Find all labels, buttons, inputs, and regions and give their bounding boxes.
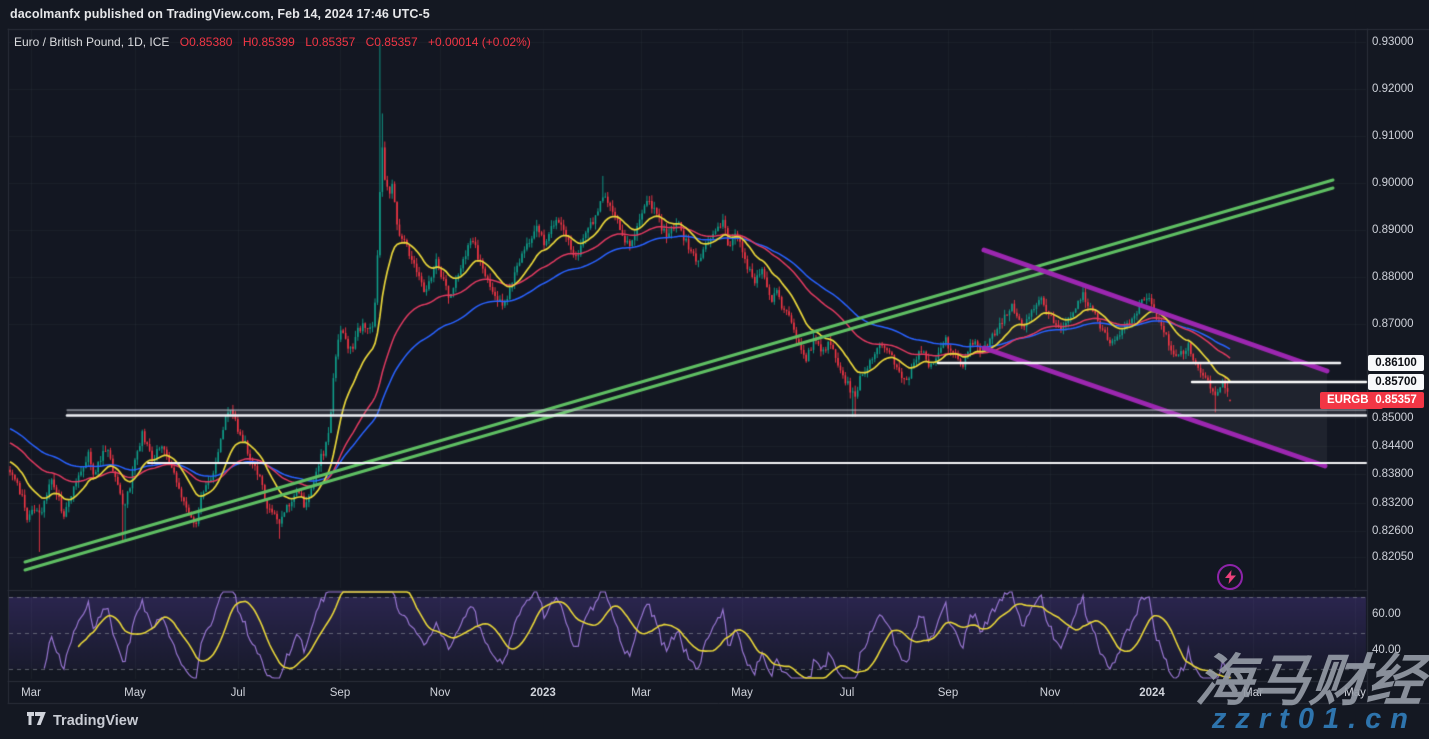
price-axis-label[interactable]: 0.93000 [1372, 35, 1427, 49]
price-axis-label[interactable]: 0.90000 [1372, 176, 1427, 190]
time-axis-label[interactable]: Nov [1040, 687, 1060, 699]
price-chart-canvas[interactable] [0, 0, 1429, 739]
time-axis-label[interactable]: 2024 [1139, 687, 1165, 699]
change-value: +0.00014 (+0.02%) [428, 35, 531, 49]
price-level-badge-86100: 0.86100 [1368, 355, 1424, 371]
price-axis-label[interactable]: 0.83200 [1372, 496, 1427, 510]
tradingview-logo-icon [27, 712, 46, 730]
price-axis-label[interactable]: 0.83800 [1372, 467, 1427, 481]
price-axis-label[interactable]: 0.85000 [1372, 411, 1427, 425]
last-price-badge: 0.85357 [1368, 392, 1424, 408]
price-axis-label[interactable]: 0.82600 [1372, 524, 1427, 538]
open-value: O0.85380 [180, 35, 233, 49]
time-axis-label[interactable]: Mar [631, 687, 651, 699]
time-axis-label[interactable]: Nov [430, 687, 450, 699]
flash-icon [1217, 564, 1243, 590]
price-axis-label[interactable]: 0.89000 [1372, 223, 1427, 237]
time-axis-label[interactable]: May [124, 687, 146, 699]
low-value: L0.85357 [305, 35, 355, 49]
tradingview-chart-snapshot: { "header": { "publisher_line": "dacolma… [0, 0, 1429, 739]
time-axis-label[interactable]: Mar [21, 687, 41, 699]
time-axis-label[interactable]: Sep [938, 687, 958, 699]
price-axis-label[interactable]: 0.87000 [1372, 317, 1427, 331]
time-axis-label[interactable]: 2023 [530, 687, 556, 699]
time-axis-label[interactable]: Jul [840, 687, 855, 699]
price-level-badge-85700: 0.85700 [1368, 374, 1424, 390]
publisher-line: dacolmanfx published on TradingView.com,… [10, 7, 430, 21]
tradingview-logo-text: TradingView [53, 713, 138, 729]
price-axis-label[interactable]: 0.91000 [1372, 129, 1427, 143]
watermark-url: zzrt01.cn [1212, 703, 1417, 736]
time-axis-label[interactable]: May [731, 687, 753, 699]
price-axis-label[interactable]: 0.88000 [1372, 270, 1427, 284]
rsi-axis-label[interactable]: 60.00 [1372, 608, 1401, 620]
high-value: H0.85399 [243, 35, 295, 49]
close-value: C0.85357 [366, 35, 418, 49]
time-axis-label[interactable]: Sep [330, 687, 350, 699]
price-axis-label[interactable]: 0.82050 [1372, 550, 1427, 564]
time-axis-label[interactable]: Jul [231, 687, 246, 699]
price-axis-label[interactable]: 0.92000 [1372, 82, 1427, 96]
chart-legend: Euro / British Pound, 1D, ICE O0.85380 H… [14, 35, 531, 49]
tradingview-logo[interactable]: TradingView [27, 712, 138, 730]
symbol-title: Euro / British Pound, 1D, ICE [14, 35, 169, 49]
price-axis-label[interactable]: 0.84400 [1372, 439, 1427, 453]
